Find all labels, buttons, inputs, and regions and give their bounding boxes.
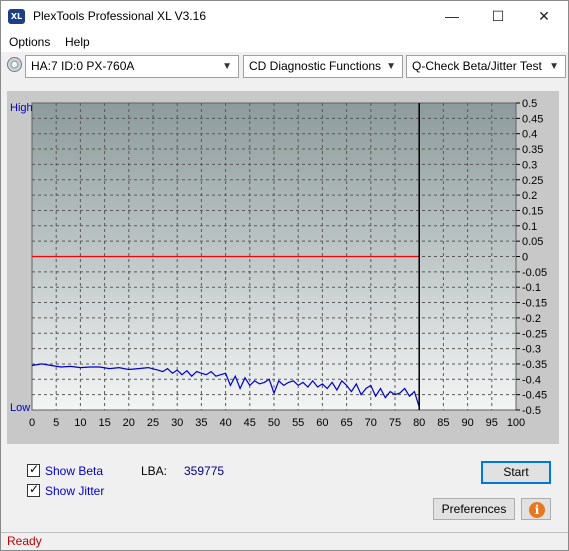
y-tick-label: 0.25 [522,175,543,187]
test-select-value: Q-Check Beta/Jitter Test [412,59,542,73]
maximize-button[interactable]: ☐ [475,1,521,32]
x-tick-label: 90 [461,417,473,429]
function-select[interactable]: CD Diagnostic Functions ▼ [243,55,403,78]
x-tick-label: 95 [486,417,498,429]
x-tick-label: 20 [123,417,135,429]
x-tick-label: 35 [195,417,207,429]
y-tick-label: -0.05 [522,267,547,279]
y-tick-label: -0.2 [522,313,541,325]
app-logo-icon: XL [8,9,25,24]
x-tick-label: 70 [365,417,377,429]
toolbar: HA:7 ID:0 PX-760A ▼ CD Diagnostic Functi… [1,53,568,79]
y-tick-label: -0.35 [522,359,547,371]
x-tick-label: 80 [413,417,425,429]
chevron-down-icon: ▼ [222,61,232,72]
y-tick-label: 0.1 [522,221,537,233]
x-tick-label: 40 [219,417,231,429]
show-jitter-label[interactable]: Show Jitter [45,484,104,498]
status-bar: Ready [1,532,568,550]
x-tick-label: 5 [53,417,59,429]
y-tick-label: 0.15 [522,205,543,217]
chevron-down-icon: ▼ [386,61,396,72]
x-tick-label: 30 [171,417,183,429]
show-beta-label[interactable]: Show Beta [45,464,103,478]
y-tick-label: 0.5 [522,98,537,110]
status-text: Ready [7,534,42,548]
start-button[interactable]: Start [481,461,551,484]
window-title: PlexTools Professional XL V3.16 [33,9,206,23]
minimize-button[interactable]: — [429,1,475,32]
y-tick-label: 0.3 [522,159,537,171]
y-tick-label: 0.4 [522,129,537,141]
high-label: High [10,102,33,114]
lba-label: LBA: [141,464,168,478]
show-beta-checkbox[interactable] [27,462,40,477]
title-bar: XL PlexTools Professional XL V3.16 — ☐ ✕ [1,1,568,32]
app-window: XL PlexTools Professional XL V3.16 — ☐ ✕… [0,0,569,551]
lba-value: 359775 [184,464,225,478]
disc-drive-icon [7,57,22,72]
y-tick-label: -0.5 [522,405,541,417]
y-tick-label: -0.4 [522,374,541,386]
y-tick-label: 0.05 [522,236,543,248]
test-select[interactable]: Q-Check Beta/Jitter Test ▼ [406,55,566,78]
chevron-down-icon: ▼ [549,61,559,72]
function-select-value: CD Diagnostic Functions [249,59,382,73]
x-tick-label: 55 [292,417,304,429]
x-tick-label: 85 [437,417,449,429]
drive-select-value: HA:7 ID:0 PX-760A [31,59,135,73]
y-tick-label: -0.1 [522,282,541,294]
x-tick-label: 15 [98,417,110,429]
menu-help[interactable]: Help [65,35,90,49]
info-button[interactable]: i [521,498,551,520]
x-tick-label: 0 [29,417,35,429]
preferences-button[interactable]: Preferences [433,498,515,520]
y-tick-label: -0.3 [522,344,541,356]
y-tick-label: -0.15 [522,298,547,310]
menu-bar: Options Help [1,32,568,52]
x-tick-label: 65 [340,417,352,429]
x-tick-label: 60 [316,417,328,429]
x-tick-label: 25 [147,417,159,429]
chart-panel: High Low 0 5 10 15 20 25 30 35 40 45 50 55 60 65 70 75 8… [7,91,559,444]
menu-options[interactable]: Options [9,35,50,49]
drive-select[interactable]: HA:7 ID:0 PX-760A ▼ [25,55,239,78]
y-tick-label: 0.35 [522,144,543,156]
x-tick-label: 10 [74,417,86,429]
info-icon: i [529,502,545,518]
x-tick-label: 50 [268,417,280,429]
y-tick-label: 0.45 [522,113,543,125]
y-tick-label: 0 [522,252,528,264]
x-tick-label: 100 [507,417,525,429]
y-tick-label: 0.2 [522,190,537,202]
x-tick-label: 45 [244,417,256,429]
close-button[interactable]: ✕ [521,1,567,32]
low-label: Low [10,402,30,414]
y-tick-label: -0.45 [522,390,547,402]
y-tick-label: -0.25 [522,328,547,340]
show-jitter-checkbox[interactable] [27,482,40,497]
beta-jitter-chart: High Low 0 5 10 15 20 25 30 35 40 45 50 55 60 65 70 75 8… [10,98,547,429]
x-tick-label: 75 [389,417,401,429]
